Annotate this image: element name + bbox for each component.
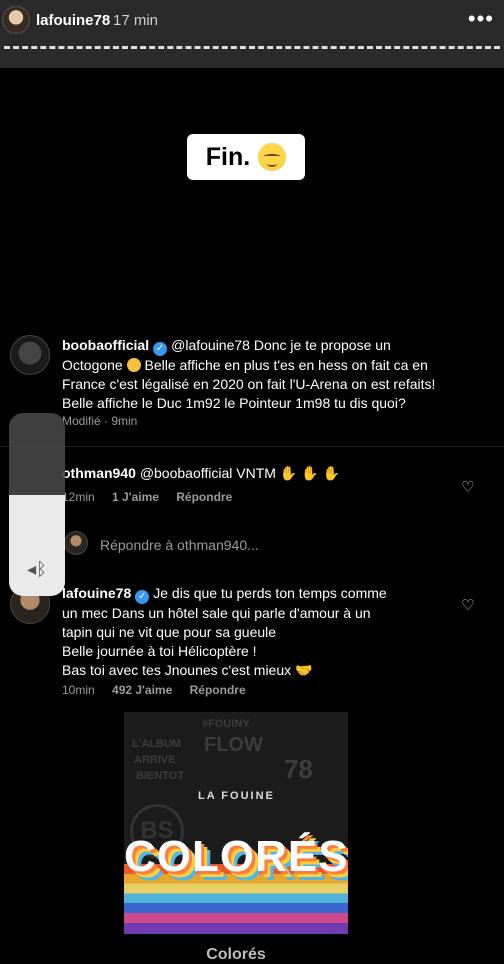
story-timestamp: 17 min	[113, 12, 159, 29]
story-header: lafouine78 17 min •••	[0, 0, 504, 68]
album-cover[interactable]: L'ALBUM ARRIVE BIENTOT #FOUINY FLOW 78 B…	[124, 712, 348, 934]
comment-username[interactable]: othman940	[62, 465, 136, 481]
comment-text-line: un mec Dans un hôtel sale qui parle d'am…	[62, 605, 371, 621]
story-username[interactable]: lafouine78	[36, 12, 110, 29]
more-dots-icon[interactable]: •••	[468, 6, 494, 32]
album-artist: LA FOUINE	[198, 790, 275, 802]
album-scrawl-text: #FOUINY	[202, 718, 250, 730]
story-progress-bar	[4, 46, 500, 49]
verified-badge-icon: ✓	[153, 342, 168, 356]
fin-sticker: Fin.	[187, 134, 305, 180]
volume-hud[interactable]: ◂ᛒ	[9, 413, 65, 596]
comment-text-line: Belle affiche le Duc 1m92 le Pointeur 1m…	[62, 395, 406, 411]
heart-icon[interactable]: ♡	[461, 480, 477, 495]
comment-text: @boobaofficial VNTM	[139, 465, 276, 481]
divider	[0, 446, 504, 447]
album-scrawl-text: 78	[284, 754, 313, 784]
grimace-emoji-icon	[126, 358, 141, 372]
album-title: COLORÉS	[124, 832, 348, 881]
comment-username[interactable]: lafouine78	[62, 585, 131, 601]
fin-text: Fin.	[205, 142, 251, 171]
comment-likes[interactable]: 492 J'aime	[112, 683, 172, 697]
comment-mention[interactable]: @lafouine78	[171, 337, 250, 353]
album-scrawl-text: BIENTOT	[136, 770, 185, 782]
comment-text-line: tapin qui ne vit que pour sa gueule	[62, 624, 277, 640]
comment-likes[interactable]: 1 J'aime	[112, 490, 159, 504]
comment-time: 12min	[62, 490, 95, 504]
comment-text-line: Bas toi avec tes Jnounes c'est mieux	[62, 662, 292, 678]
album-scrawl-text: FLOW	[204, 734, 263, 756]
instagram-story: lafouine78 17 min ••• Fin. boobaofficial…	[0, 0, 504, 964]
comment-username[interactable]: boobaofficial	[62, 337, 149, 353]
reply-avatar	[64, 531, 88, 555]
album-caption: Colorés	[206, 946, 266, 963]
relieved-face-icon	[258, 143, 287, 171]
bluetooth-speaker-icon: ◂ᛒ	[27, 559, 47, 579]
reply-button[interactable]: Répondre	[190, 683, 246, 697]
volume-level-fill	[9, 495, 65, 596]
comment-text-line: Je dis que tu perds ton temps comme	[153, 585, 387, 601]
comment-text-line: Belle affiche en plus t'es en hess on fa…	[144, 357, 428, 373]
comment-time: 10min	[62, 683, 95, 697]
handshake-emoji-icon: 🤝	[295, 662, 313, 678]
verified-badge-icon: ✓	[135, 590, 150, 604]
story-avatar[interactable]	[2, 6, 30, 34]
middle-finger-emoji-icon: ✋ ✋ ✋	[279, 465, 340, 481]
comment-lafouine: lafouine78 ✓ Je dis que tu perds ton temps…	[62, 584, 462, 680]
comment-booba: boobaofficial ✓ @lafouine78 Donc je te pro…	[62, 336, 492, 413]
comment-text-line: Belle journée à toi Hélicoptère !	[62, 643, 257, 659]
reply-button[interactable]: Répondre	[176, 490, 232, 504]
heart-icon[interactable]: ♡	[461, 598, 477, 613]
comment-avatar-booba[interactable]	[10, 335, 50, 375]
comment-text-line: Donc je te propose un	[253, 337, 391, 353]
comment-text-line: France c'est légalisé en 2020 on fait l'…	[62, 376, 436, 392]
comment-text-line: Octogone	[62, 357, 123, 373]
reply-prompt[interactable]: Répondre à othman940...	[100, 536, 259, 555]
comment-othman: othman940 @boobaofficial VNTM ✋ ✋ ✋	[62, 464, 442, 483]
comment-meta: Modifié · 9min	[62, 414, 138, 428]
comment-meta: 10min 492 J'aime Répondre	[62, 683, 246, 697]
album-scrawl-text: ARRIVE	[134, 754, 176, 766]
album-scrawl-text: L'ALBUM	[132, 738, 182, 750]
comment-meta: 12min 1 J'aime Répondre	[62, 490, 232, 504]
